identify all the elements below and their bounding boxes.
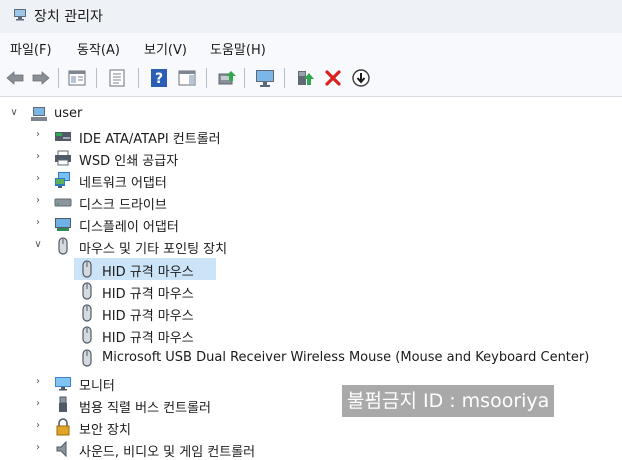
device-manager-icon	[14, 9, 26, 21]
computer-icon	[31, 107, 47, 121]
mouse-icon	[58, 237, 68, 255]
chevron-right-icon[interactable]: ›	[32, 376, 44, 388]
help-icon[interactable]: ?	[148, 67, 170, 89]
chevron-right-icon[interactable]: ›	[32, 195, 44, 207]
tree-category-label: 사운드, 비디오 및 게임 컨트롤러	[79, 445, 256, 460]
menu-action[interactable]: 동작(A)	[77, 39, 120, 58]
tree-device[interactable]: HID 규격 마우스	[0, 302, 622, 324]
tree-category[interactable]: › 네트워크 어댑터	[0, 169, 622, 191]
tree-category-label: 마우스 및 기타 포인팅 장치	[79, 242, 228, 257]
tree-category[interactable]: › 보안 장치	[0, 416, 622, 438]
menu-view[interactable]: 보기(V)	[144, 39, 187, 58]
tree-category[interactable]: › 디스크 드라이브	[0, 191, 622, 213]
tree-category-label: WSD 인쇄 공급자	[79, 154, 179, 169]
tree-category[interactable]: › 사운드, 비디오 및 게임 컨트롤러	[0, 438, 622, 460]
menu-file[interactable]: 파일(F)	[10, 39, 52, 58]
show-hide-icon[interactable]	[106, 67, 128, 89]
action-pane-icon[interactable]	[176, 67, 198, 89]
chevron-right-icon[interactable]: ›	[32, 420, 44, 432]
tree-device[interactable]: Microsoft USB Dual Receiver Wireless Mou…	[0, 347, 622, 369]
tree-device-selected[interactable]: HID 규격 마우스	[0, 258, 622, 280]
tree-root[interactable]: ∨ user	[0, 103, 622, 125]
tree-category-label: 디스크 드라이브	[79, 198, 167, 213]
tree-device-label: HID 규격 마우스	[102, 309, 194, 324]
usb-icon	[59, 396, 67, 412]
tree-category-label: 보안 장치	[79, 423, 131, 438]
mouse-icon	[82, 260, 92, 278]
mouse-icon	[82, 282, 92, 300]
sound-icon	[56, 440, 67, 458]
enable-device-icon[interactable]	[294, 67, 316, 89]
tree-category-label: 범용 직렬 버스 컨트롤러	[79, 401, 211, 416]
chevron-down-icon[interactable]: ∨	[32, 239, 44, 251]
forward-icon[interactable]	[30, 67, 52, 89]
title-bar: 장치 관리자	[0, 0, 622, 33]
chevron-right-icon[interactable]: ›	[32, 398, 44, 410]
chevron-right-icon[interactable]: ›	[32, 151, 44, 163]
chevron-right-icon[interactable]: ›	[32, 217, 44, 229]
tree-device-label: HID 규격 마우스	[102, 331, 194, 346]
printer-icon	[55, 150, 71, 166]
watermark: 불펌금지 ID : msooriya	[342, 385, 555, 417]
tree-device-label: HID 규격 마우스	[102, 287, 194, 302]
ide-controller-icon	[55, 132, 71, 141]
update-driver-icon[interactable]	[216, 67, 238, 89]
tree-category-expanded[interactable]: ∨ 마우스 및 기타 포인팅 장치	[0, 235, 622, 257]
properties-icon[interactable]	[66, 67, 88, 89]
tree-device-label: Microsoft USB Dual Receiver Wireless Mou…	[102, 350, 590, 365]
svg-text:?: ?	[155, 71, 163, 87]
tree-category[interactable]: › 디스플레이 어댑터	[0, 213, 622, 235]
disk-drive-icon	[54, 198, 72, 207]
tree-category-label: 디스플레이 어댑터	[79, 220, 179, 235]
menu-help[interactable]: 도움말(H)	[210, 39, 266, 58]
tree-category-label: 모니터	[79, 379, 115, 394]
menu-bar: 파일(F) 동작(A) 보기(V) 도움말(H)	[0, 33, 622, 60]
window-title: 장치 관리자	[34, 9, 103, 25]
tree-category-label: IDE ATA/ATAPI 컨트롤러	[79, 132, 221, 147]
toolbar-separator	[284, 68, 285, 88]
chevron-right-icon[interactable]: ›	[32, 173, 44, 185]
tree-device-label: HID 규격 마우스	[102, 265, 194, 280]
chevron-right-icon[interactable]: ›	[32, 129, 44, 141]
scan-hardware-icon[interactable]	[254, 67, 276, 89]
mouse-icon	[82, 349, 92, 367]
mouse-icon	[82, 304, 92, 322]
toolbar-separator	[244, 68, 245, 88]
chevron-down-icon[interactable]: ∨	[8, 107, 20, 119]
tree-root-label: user	[54, 106, 83, 121]
toolbar-separator	[58, 68, 59, 88]
tree-device[interactable]: HID 규격 마우스	[0, 324, 622, 346]
download-icon[interactable]	[350, 67, 372, 89]
network-adapter-icon	[55, 172, 70, 188]
mouse-icon	[82, 326, 92, 344]
monitor-icon	[55, 377, 71, 391]
back-icon[interactable]	[4, 67, 26, 89]
security-icon	[56, 418, 70, 436]
chevron-right-icon[interactable]: ›	[32, 442, 44, 454]
uninstall-icon[interactable]	[322, 67, 344, 89]
tree-device[interactable]: HID 규격 마우스	[0, 280, 622, 302]
tree-category[interactable]: › IDE ATA/ATAPI 컨트롤러	[0, 125, 622, 147]
toolbar-separator	[96, 68, 97, 88]
toolbar: ?	[0, 60, 622, 97]
tree-category-label: 네트워크 어댑터	[79, 176, 167, 191]
toolbar-separator	[206, 68, 207, 88]
display-adapter-icon	[55, 218, 71, 231]
toolbar-separator	[138, 68, 139, 88]
tree-category[interactable]: › WSD 인쇄 공급자	[0, 147, 622, 169]
